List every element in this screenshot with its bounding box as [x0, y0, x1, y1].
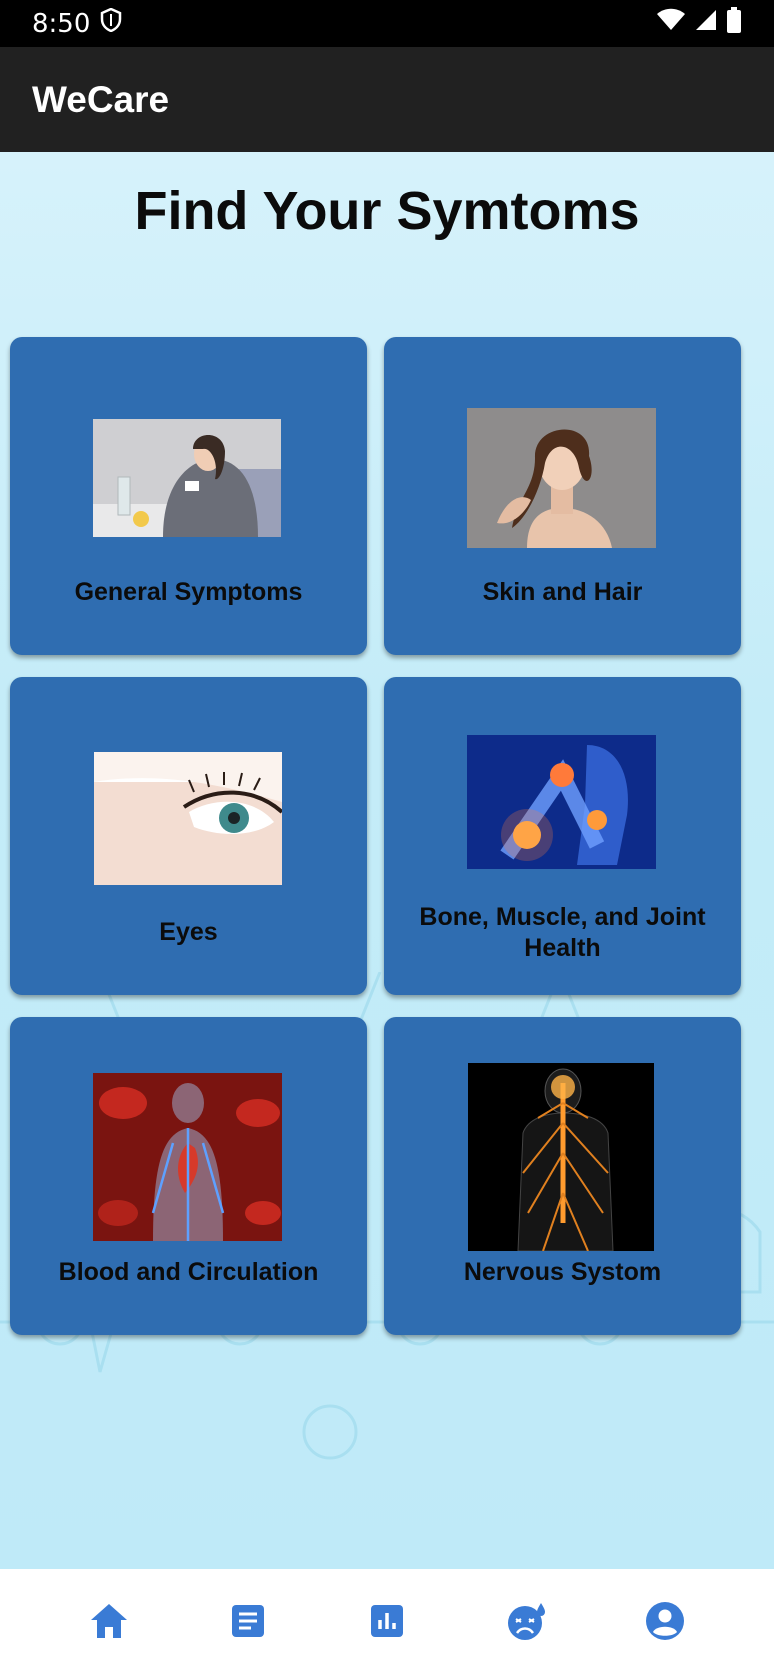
status-bar: 8:50 [0, 0, 774, 47]
blood-circulation-image [93, 1073, 282, 1241]
nav-home[interactable] [79, 1591, 139, 1651]
article-icon [232, 1604, 265, 1637]
category-label: Nervous Systom [463, 1258, 662, 1286]
category-card-nervous-system[interactable]: Nervous Systom [384, 1017, 741, 1335]
eyes-image [94, 752, 282, 885]
nav-profile[interactable] [635, 1591, 695, 1651]
nav-articles[interactable] [218, 1591, 278, 1651]
category-label: Skin and Hair [482, 578, 643, 606]
skin-and-hair-image [467, 408, 656, 548]
nervous-system-image [468, 1063, 654, 1251]
status-time: 8:50 [32, 8, 91, 39]
sick-face-icon [507, 1602, 545, 1640]
category-card-skin-and-hair[interactable]: Skin and Hair [384, 337, 741, 655]
category-card-eyes[interactable]: Eyes [10, 677, 367, 995]
app-title: WeCare [32, 78, 170, 120]
wifi-icon [656, 8, 686, 39]
category-label: General Symptoms [74, 578, 303, 606]
category-card-general-symptoms[interactable]: General Symptoms [10, 337, 367, 655]
general-symptoms-image [93, 419, 281, 537]
category-label: Bone, Muscle, and Joint Health [419, 903, 706, 962]
nav-symptoms[interactable] [496, 1591, 556, 1651]
chart-icon [370, 1604, 403, 1637]
shield-icon [100, 7, 122, 39]
signal-icon [694, 8, 718, 39]
account-icon [645, 1601, 684, 1640]
bone-muscle-joint-image [467, 735, 656, 869]
page-title: Find Your Symtoms [134, 181, 640, 241]
nav-stats[interactable] [357, 1591, 417, 1651]
home-icon [91, 1603, 128, 1638]
main-content: Find Your Symtoms General Symptoms Skin … [0, 152, 774, 1569]
bottom-navigation [0, 1569, 774, 1672]
category-label: Blood and Circulation [58, 1258, 319, 1286]
app-bar: WeCare [0, 47, 774, 152]
category-card-bone-muscle-joint[interactable]: Bone, Muscle, and Joint Health [384, 677, 741, 995]
category-card-blood-circulation[interactable]: Blood and Circulation [10, 1017, 367, 1335]
category-label: Eyes [159, 918, 218, 946]
battery-icon [726, 7, 742, 40]
